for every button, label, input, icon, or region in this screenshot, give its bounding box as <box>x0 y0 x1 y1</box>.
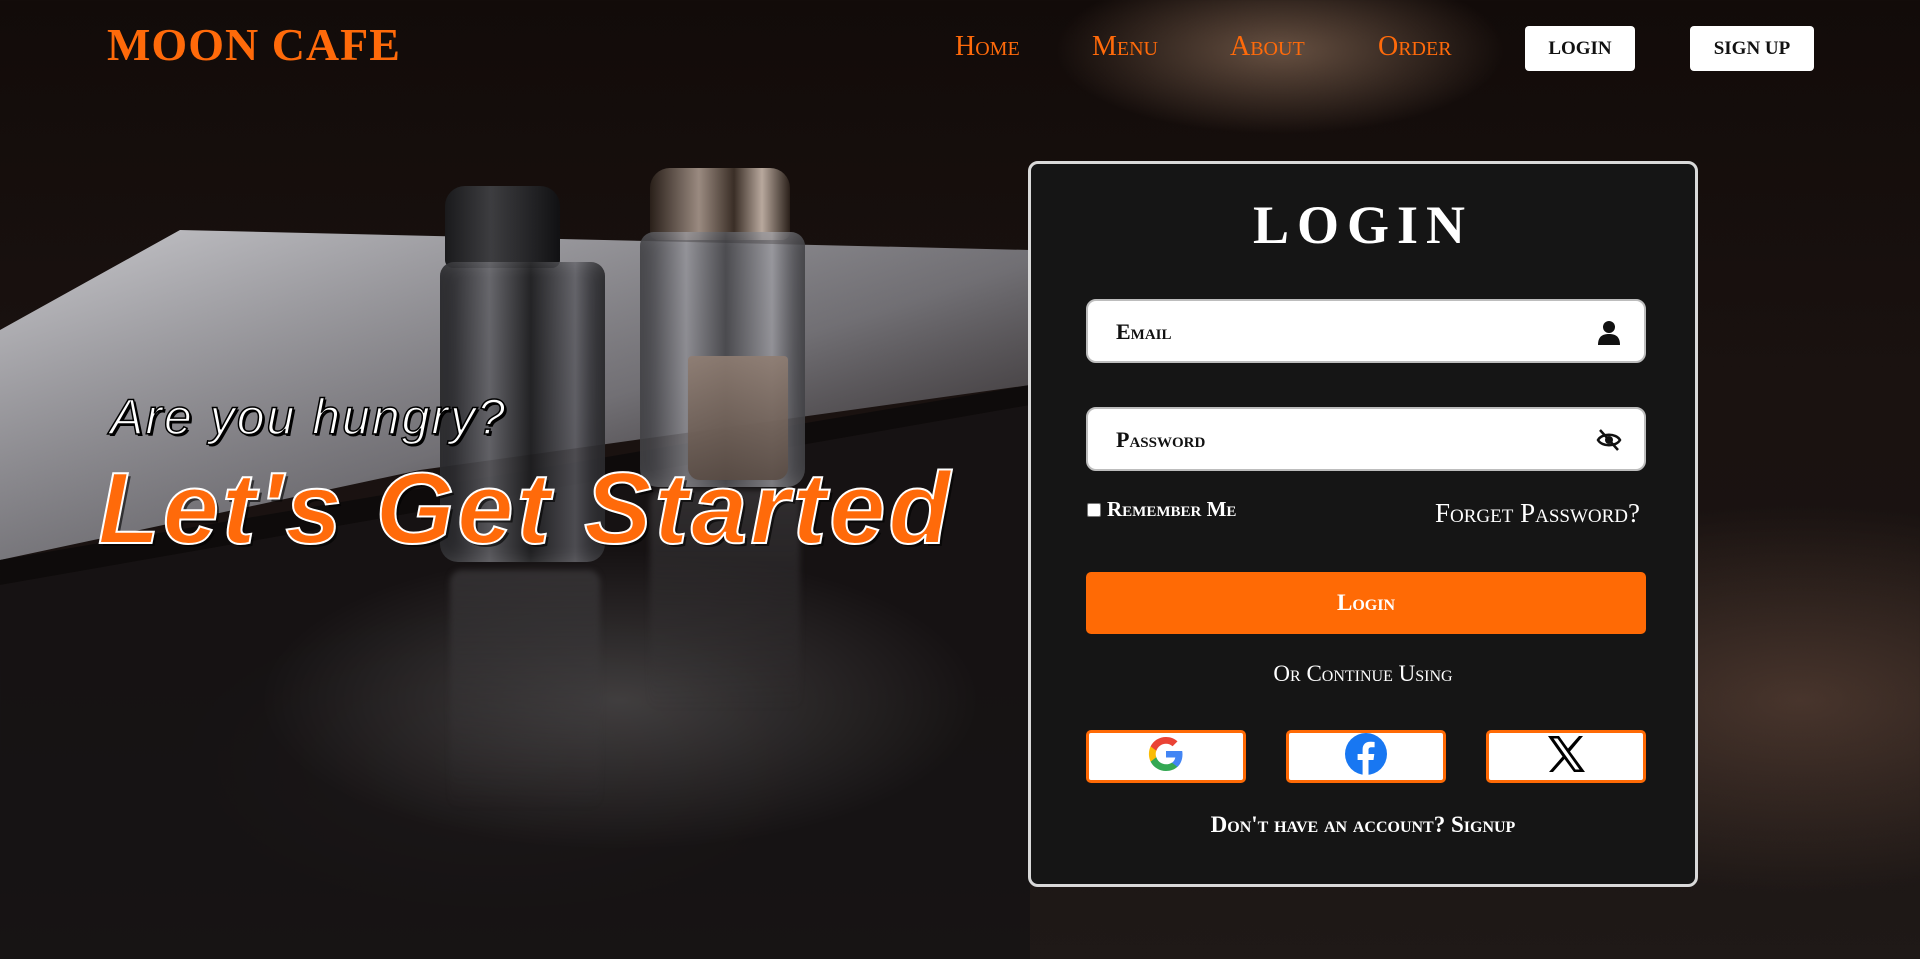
x-login-button[interactable] <box>1486 730 1646 783</box>
user-icon <box>1596 319 1622 345</box>
google-login-button[interactable] <box>1086 730 1246 783</box>
remember-me-label[interactable]: Remember Me <box>1107 497 1236 522</box>
signup-prompt-text: Don't have an account? <box>1210 812 1446 837</box>
google-icon <box>1146 734 1186 779</box>
nav-link-home[interactable]: Home <box>955 31 1020 63</box>
email-field[interactable] <box>1114 301 1558 363</box>
facebook-login-button[interactable] <box>1286 730 1446 783</box>
login-submit-button[interactable]: Login <box>1086 572 1646 634</box>
x-icon <box>1546 735 1586 778</box>
top-nav: MOON CAFE Home Menu About Order LOGIN SI… <box>0 0 1920 96</box>
signup-prompt: Don't have an account? Signup <box>1031 812 1695 838</box>
nav-login-button[interactable]: LOGIN <box>1525 26 1635 71</box>
email-field-wrapper <box>1086 299 1646 363</box>
remember-me: Remember Me <box>1087 497 1236 522</box>
nav-link-order[interactable]: Order <box>1378 31 1452 63</box>
hero-title: Let's Get Started <box>97 452 954 566</box>
remember-me-checkbox[interactable] <box>1087 502 1101 517</box>
login-title: LOGIN <box>1252 195 1474 255</box>
or-continue-text: Or Continue Using <box>1273 661 1453 686</box>
password-field[interactable] <box>1114 409 1558 471</box>
facebook-icon <box>1344 732 1388 781</box>
forget-password-link[interactable]: Forget Password? <box>1435 498 1640 529</box>
hero-subtitle: Are you hungry? <box>109 388 507 446</box>
nav-link-about[interactable]: About <box>1230 31 1305 63</box>
nav-link-menu[interactable]: Menu <box>1092 31 1158 63</box>
login-card: LOGIN Remember Me Forget Password? Login… <box>1028 161 1698 887</box>
eye-slash-icon[interactable] <box>1596 427 1622 453</box>
brand-logo[interactable]: MOON CAFE <box>107 18 401 71</box>
password-field-wrapper <box>1086 407 1646 471</box>
signup-link[interactable]: Signup <box>1451 812 1515 837</box>
nav-signup-button[interactable]: SIGN UP <box>1690 26 1814 71</box>
